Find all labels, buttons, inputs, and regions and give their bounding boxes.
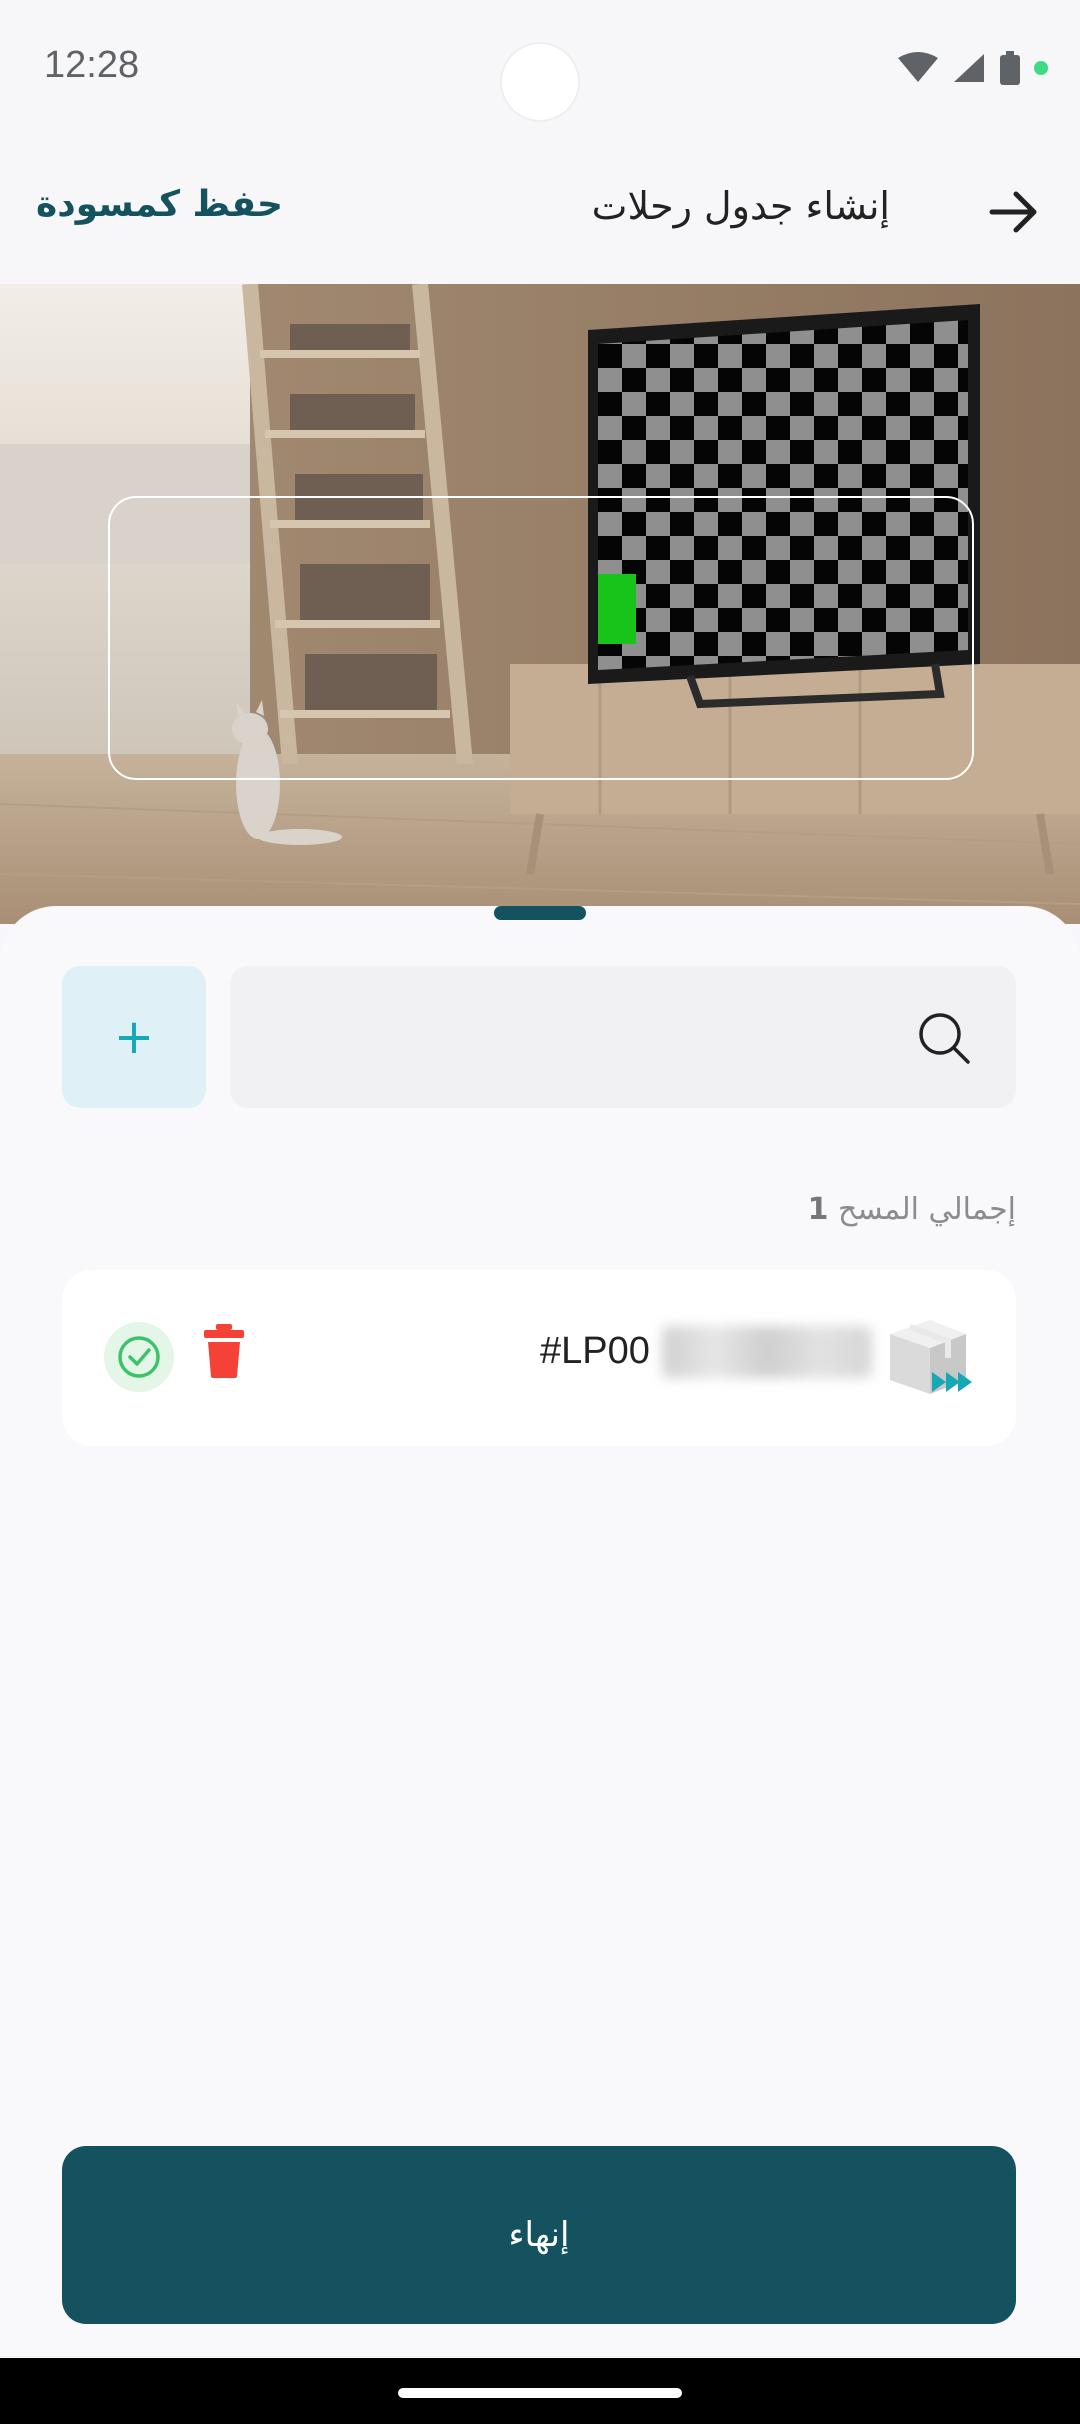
status-icons: [898, 48, 1048, 88]
status-time: 12:28: [44, 44, 140, 86]
check-circle-icon: [118, 1336, 160, 1378]
list-item[interactable]: #LP00: [62, 1270, 1016, 1446]
parcel-code-blurred: [662, 1326, 872, 1378]
search-input[interactable]: [230, 966, 1016, 1108]
scan-total-label: إجمالي المسح: [838, 1192, 1016, 1227]
battery-icon: [1000, 51, 1020, 85]
save-draft-button[interactable]: حفظ كمسودة: [36, 184, 283, 225]
sheet-drag-handle[interactable]: [494, 906, 586, 920]
trash-icon[interactable]: [204, 1324, 244, 1378]
page-title: إنشاء جدول رحلات: [591, 184, 890, 228]
camera-cutout: [500, 42, 580, 122]
screen: 12:28 حفظ كمسودة إنشاء جدول رحلات + إجما…: [0, 0, 1080, 2424]
system-nav-bar: [0, 2358, 1080, 2424]
back-arrow-icon[interactable]: [984, 182, 1044, 242]
wifi-icon: [898, 52, 938, 82]
scan-frame: [108, 496, 974, 780]
parcel-code: #LP00: [540, 1330, 650, 1372]
finish-button[interactable]: إنهاء: [62, 2146, 1016, 2324]
signal-icon: [954, 54, 984, 82]
app-bar: حفظ كمسودة إنشاء جدول رحلات: [0, 140, 1080, 284]
search-icon: [919, 1013, 970, 1064]
confirm-button[interactable]: [104, 1322, 174, 1392]
privacy-dot: [1034, 61, 1048, 75]
add-button[interactable]: +: [62, 966, 206, 1108]
status-bar: 12:28: [0, 0, 1080, 140]
home-indicator[interactable]: [398, 2388, 682, 2398]
scan-total-count: 1: [807, 1192, 829, 1227]
camera-preview: [0, 284, 1080, 924]
bottom-sheet: + إجمالي المسح 1 #LP00 إنهاء: [0, 906, 1080, 2356]
scan-total: إجمالي المسح 1: [808, 1192, 1016, 1227]
parcel-icon: [890, 1320, 972, 1394]
